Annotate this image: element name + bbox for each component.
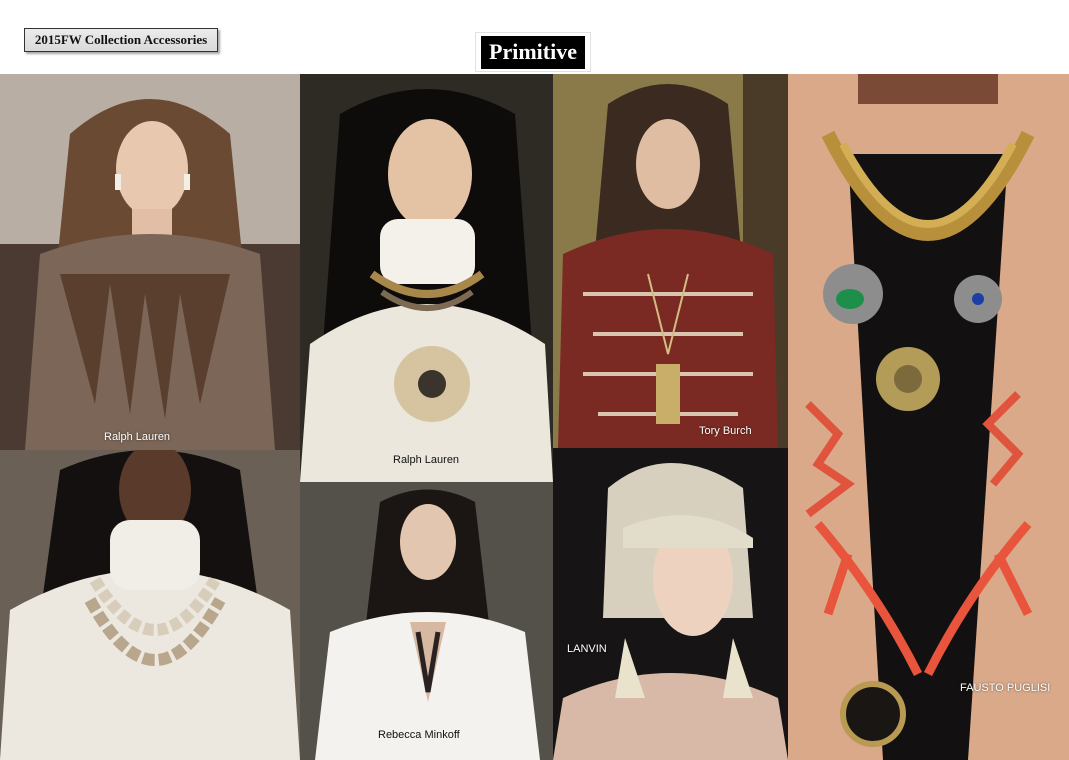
caption-ralph-lauren-2: Ralph Lauren xyxy=(393,454,460,466)
photo-lanvin: LANVIN xyxy=(553,448,788,760)
caption-fausto-puglisi: FAUSTO PUGLISI xyxy=(960,682,1051,694)
theme-title-box: Primitive xyxy=(475,32,591,72)
caption-tory-burch: Tory Burch xyxy=(699,425,752,437)
photo-tory-burch: Tory Burch xyxy=(553,74,788,448)
photo-ralph-lauren-fringe: Ralph Lauren xyxy=(0,74,300,450)
caption-ralph-lauren-1: Ralph Lauren xyxy=(104,431,171,443)
photo-ralph-lauren-turtleneck: Ralph Lauren xyxy=(300,74,553,482)
caption-lanvin: LANVIN xyxy=(567,643,607,655)
theme-title: Primitive xyxy=(481,35,585,69)
photo-fausto-puglisi: FAUSTO PUGLISI xyxy=(788,74,1069,760)
collection-label: 2015FW Collection Accessories xyxy=(24,28,218,52)
photo-rebecca-minkoff: Rebecca Minkoff xyxy=(300,482,553,760)
caption-rebecca-minkoff: Rebecca Minkoff xyxy=(378,729,460,741)
photo-bead-necklace xyxy=(0,450,300,760)
